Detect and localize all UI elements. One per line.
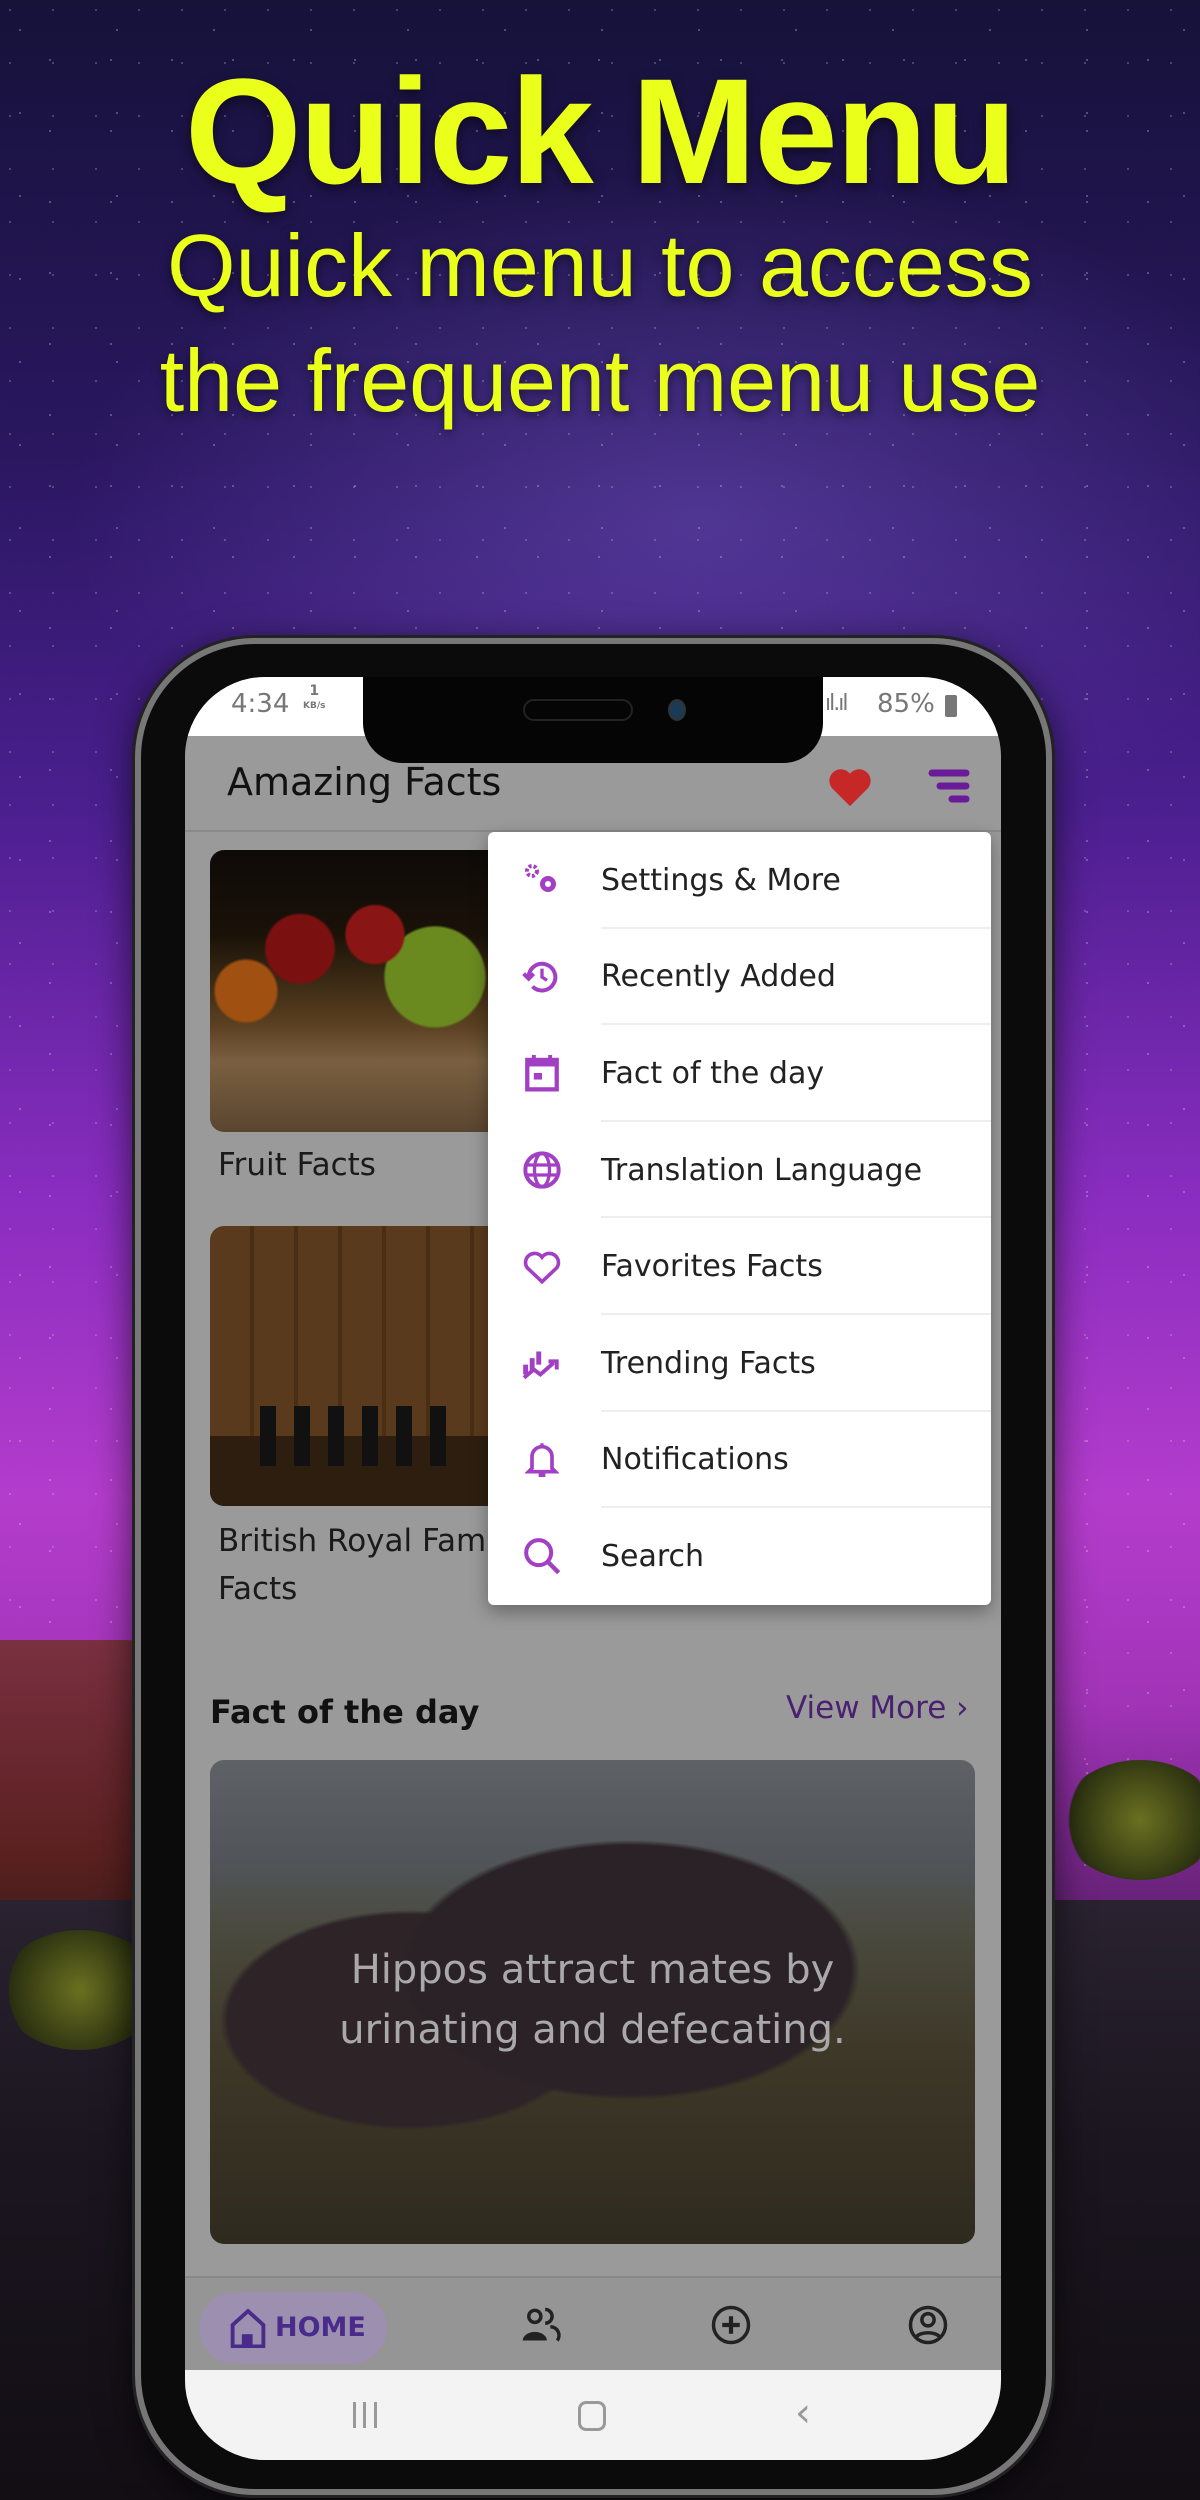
search-icon: [522, 1536, 562, 1576]
community-icon[interactable]: [519, 2306, 561, 2344]
account-icon[interactable]: [907, 2304, 949, 2346]
hero-subtitle-line: the frequent menu use: [159, 331, 1041, 430]
view-more-label: View More: [786, 1690, 947, 1726]
menu-item-label: Notifications: [601, 1442, 789, 1478]
nav-home[interactable]: HOME: [199, 2292, 387, 2364]
nav-home-label: HOME: [275, 2312, 366, 2343]
menu-item-label: Fact of the day: [601, 1055, 825, 1091]
menu-item-settings[interactable]: Settings & More: [488, 832, 991, 929]
fact-of-day-heading: Fact of the day: [210, 1693, 480, 1731]
back-button[interactable]: ‹: [795, 2390, 811, 2436]
chevron-right-icon: ›: [956, 1690, 969, 1726]
fact-of-day-text: Hippos attract mates by urinating and de…: [339, 1947, 846, 2053]
home-system-button[interactable]: [578, 2401, 606, 2431]
menu-item-label: Translation Language: [601, 1152, 923, 1188]
recent-apps-button[interactable]: [353, 2402, 377, 2428]
home-icon: [230, 2308, 266, 2348]
heart-icon[interactable]: [827, 766, 873, 808]
net-speed-value: 1: [309, 683, 320, 699]
category-label[interactable]: Fruit Facts: [218, 1147, 376, 1183]
menu-item-trending[interactable]: Trending Facts: [488, 1315, 991, 1412]
menu-item-notifications[interactable]: Notifications: [488, 1412, 991, 1509]
menu-item-label: Trending Facts: [601, 1345, 816, 1381]
phone-screen: 4:34 1 KB/s ıl.ıl 85% Amazing Facts Fruit…: [185, 677, 1001, 2460]
system-navigation-bar: ‹: [185, 2370, 1001, 2460]
menu-item-recently-added[interactable]: Recently Added: [488, 929, 991, 1026]
hero-subtitle-line: Quick menu to access: [167, 216, 1033, 315]
menu-item-favorites[interactable]: Favorites Facts: [488, 1218, 991, 1315]
calendar-icon: [522, 1053, 562, 1093]
menu-item-label: Recently Added: [601, 959, 836, 995]
menu-item-search[interactable]: Search: [488, 1508, 991, 1605]
settings-gears-icon: [522, 860, 562, 900]
app-title: Amazing Facts: [227, 760, 502, 804]
history-icon: [522, 957, 562, 997]
trending-icon: [522, 1343, 562, 1383]
status-time: 4:34: [231, 689, 290, 719]
menu-item-label: Favorites Facts: [601, 1249, 823, 1285]
filter-menu-icon[interactable]: [928, 768, 970, 804]
net-speed-unit: KB/s: [303, 701, 326, 711]
camera-notch: [363, 677, 823, 763]
fact-of-day-card[interactable]: Hippos attract mates by urinating and de…: [210, 1760, 975, 2244]
category-label[interactable]: Facts: [218, 1571, 297, 1607]
menu-item-fact-of-day[interactable]: Fact of the day: [488, 1025, 991, 1122]
menu-item-translation-language[interactable]: Translation Language: [488, 1122, 991, 1219]
background-bush: [1060, 1760, 1200, 1880]
add-circle-icon[interactable]: [710, 2304, 752, 2346]
bell-icon: [522, 1440, 562, 1480]
british-royal-family-image[interactable]: [210, 1226, 510, 1506]
net-speed: 1 KB/s: [303, 683, 326, 713]
globe-icon: [522, 1150, 562, 1190]
category-label[interactable]: British Royal Fam: [218, 1523, 486, 1559]
battery-percent: 85%: [877, 689, 935, 719]
hero-title: Quick Menu: [184, 47, 1017, 215]
battery-icon: [945, 695, 957, 717]
fruit-facts-image[interactable]: [210, 850, 510, 1132]
menu-item-label: Settings & More: [601, 862, 841, 898]
quick-menu: Settings & More Recently Added Fact of t…: [488, 832, 991, 1605]
signal-icon: ıl.ıl: [825, 691, 848, 716]
heart-outline-icon: [522, 1247, 562, 1287]
bottom-nav: HOME: [185, 2276, 1001, 2370]
menu-item-label: Search: [601, 1538, 705, 1574]
view-more-link[interactable]: View More ›: [786, 1690, 969, 1726]
